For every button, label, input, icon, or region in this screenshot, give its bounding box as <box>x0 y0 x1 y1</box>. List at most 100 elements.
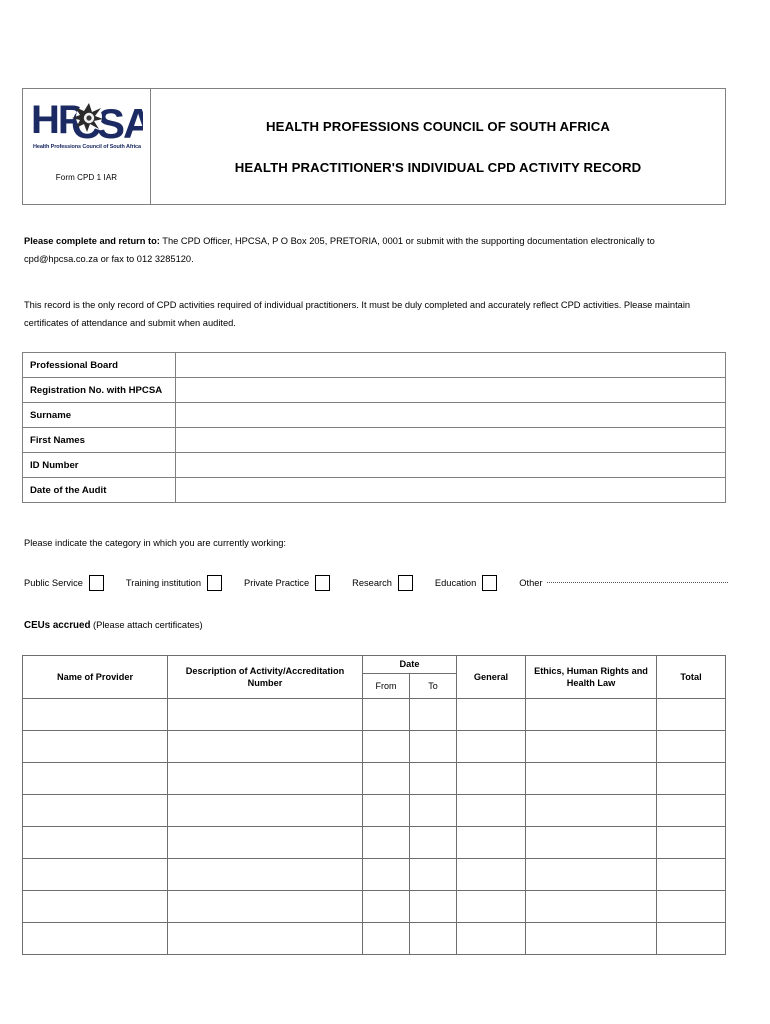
cell-total[interactable] <box>656 794 726 827</box>
cell-total[interactable] <box>656 826 726 859</box>
cell-date-to[interactable] <box>409 698 457 731</box>
cell-description[interactable] <box>167 794 363 827</box>
detail-value-professional-board[interactable] <box>175 352 726 378</box>
form-title: HEALTH PRACTITIONER'S INDIVIDUAL CPD ACT… <box>234 159 642 175</box>
cell-provider[interactable] <box>22 858 168 891</box>
cell-date-from[interactable] <box>362 762 410 795</box>
detail-value-date-of-audit[interactable] <box>175 477 726 503</box>
cell-general[interactable] <box>456 794 526 827</box>
checkbox-training-institution[interactable] <box>207 575 223 591</box>
cell-date-from[interactable] <box>362 858 410 891</box>
cell-general[interactable] <box>456 698 526 731</box>
table-row: Date of the Audit <box>22 477 726 503</box>
checkbox-research[interactable] <box>397 575 413 591</box>
cell-ethics[interactable] <box>525 762 657 795</box>
ceus-heading: CEUs accrued (Please attach certificates… <box>24 620 203 631</box>
detail-label-surname: Surname <box>22 402 176 428</box>
cell-provider[interactable] <box>22 698 168 731</box>
form-page: HP C SA Health Professions Council of So… <box>0 0 770 1024</box>
cell-ethics[interactable] <box>525 826 657 859</box>
activity-table-body <box>22 698 726 955</box>
category-options: Public Service Training institution Priv… <box>24 575 728 591</box>
form-code: Form CPD 1 IAR <box>55 173 118 182</box>
column-header-provider: Name of Provider <box>22 655 168 699</box>
cell-general[interactable] <box>456 922 526 955</box>
table-row: Professional Board <box>22 352 726 378</box>
cell-total[interactable] <box>656 730 726 763</box>
cell-provider[interactable] <box>22 890 168 923</box>
checkbox-public-service[interactable] <box>88 575 104 591</box>
cell-date-to[interactable] <box>409 858 457 891</box>
column-header-description: Description of Activity/Accreditation Nu… <box>167 655 363 699</box>
cell-ethics[interactable] <box>525 794 657 827</box>
checkbox-education[interactable] <box>482 575 498 591</box>
cell-date-to[interactable] <box>409 922 457 955</box>
other-fill-in-line[interactable] <box>546 581 728 583</box>
hpcsa-logo: HP C SA Health Professions Council of So… <box>31 97 143 159</box>
checkbox-private-practice[interactable] <box>315 575 331 591</box>
column-header-ethics: Ethics, Human Rights and Health Law <box>525 655 657 699</box>
table-row <box>22 794 726 827</box>
cell-description[interactable] <box>167 858 363 891</box>
cell-ethics[interactable] <box>525 698 657 731</box>
cell-date-from[interactable] <box>362 794 410 827</box>
ceus-heading-bold: CEUs accrued <box>24 620 91 631</box>
cell-general[interactable] <box>456 730 526 763</box>
cell-date-from[interactable] <box>362 922 410 955</box>
cell-date-from[interactable] <box>362 890 410 923</box>
cell-description[interactable] <box>167 826 363 859</box>
cell-ethics[interactable] <box>525 730 657 763</box>
cell-date-to[interactable] <box>409 730 457 763</box>
cell-total[interactable] <box>656 698 726 731</box>
category-label-research: Research <box>352 578 392 588</box>
cell-general[interactable] <box>456 890 526 923</box>
cell-date-from[interactable] <box>362 826 410 859</box>
table-row <box>22 826 726 859</box>
table-row <box>22 890 726 923</box>
cell-total[interactable] <box>656 858 726 891</box>
cell-date-to[interactable] <box>409 794 457 827</box>
form-header-box: HP C SA Health Professions Council of So… <box>22 88 726 205</box>
category-label-public-service: Public Service <box>24 578 83 588</box>
record-note: This record is the only record of CPD ac… <box>24 300 691 329</box>
cell-date-from[interactable] <box>362 730 410 763</box>
cell-total[interactable] <box>656 890 726 923</box>
title-cell: HEALTH PROFESSIONS COUNCIL OF SOUTH AFRI… <box>151 89 725 204</box>
svg-text:SA: SA <box>97 100 143 143</box>
cell-date-to[interactable] <box>409 890 457 923</box>
detail-label-registration-no: Registration No. with HPCSA <box>22 377 176 403</box>
cell-description[interactable] <box>167 890 363 923</box>
cell-date-to[interactable] <box>409 826 457 859</box>
cell-general[interactable] <box>456 858 526 891</box>
logo-cell: HP C SA Health Professions Council of So… <box>23 89 151 204</box>
detail-value-first-names[interactable] <box>175 427 726 453</box>
ceus-heading-note: (Please attach certificates) <box>90 620 203 630</box>
cell-date-from[interactable] <box>362 698 410 731</box>
practitioner-details-table: Professional Board Registration No. with… <box>22 352 726 503</box>
cell-provider[interactable] <box>22 826 168 859</box>
category-label-other: Other <box>519 578 543 588</box>
column-header-general: General <box>456 655 526 699</box>
cell-general[interactable] <box>456 762 526 795</box>
cell-date-to[interactable] <box>409 762 457 795</box>
category-option-public-service: Public Service <box>24 575 126 591</box>
cell-description[interactable] <box>167 762 363 795</box>
detail-value-id-number[interactable] <box>175 452 726 478</box>
cell-provider[interactable] <box>22 922 168 955</box>
category-option-other: Other <box>519 578 546 588</box>
cell-total[interactable] <box>656 762 726 795</box>
cell-description[interactable] <box>167 922 363 955</box>
cell-description[interactable] <box>167 698 363 731</box>
category-prompt: Please indicate the category in which yo… <box>24 538 286 548</box>
cell-provider[interactable] <box>22 730 168 763</box>
cell-total[interactable] <box>656 922 726 955</box>
cell-ethics[interactable] <box>525 890 657 923</box>
cell-provider[interactable] <box>22 794 168 827</box>
cell-ethics[interactable] <box>525 922 657 955</box>
detail-value-registration-no[interactable] <box>175 377 726 403</box>
cell-description[interactable] <box>167 730 363 763</box>
cell-ethics[interactable] <box>525 858 657 891</box>
cell-provider[interactable] <box>22 762 168 795</box>
detail-value-surname[interactable] <box>175 402 726 428</box>
cell-general[interactable] <box>456 826 526 859</box>
